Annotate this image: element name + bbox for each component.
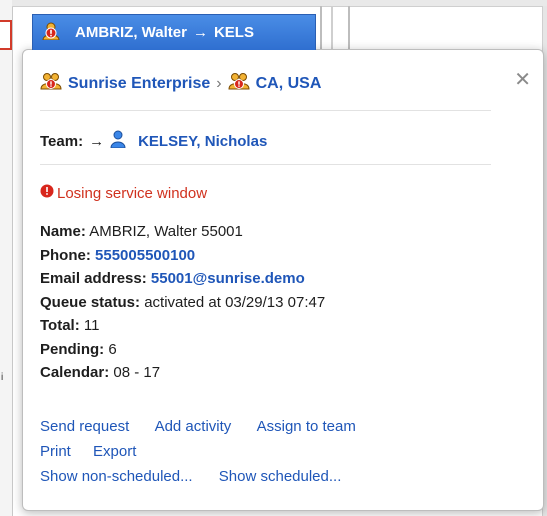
breadcrumb-enterprise[interactable]: Sunrise Enterprise <box>68 75 210 93</box>
add-activity-link[interactable]: Add activity <box>155 418 232 435</box>
detail-pending: Pending: 6 <box>40 338 325 362</box>
warning-message: Losing service window <box>40 184 207 202</box>
person-icon <box>110 130 126 152</box>
detail-label: Calendar: <box>40 364 110 381</box>
selected-item-chip[interactable]: AMBRIZ, Walter → KELS <box>32 14 316 50</box>
detail-value: activated at 03/29/13 07:47 <box>144 293 326 311</box>
export-link[interactable]: Export <box>93 443 136 460</box>
warning-text: Losing service window <box>57 184 208 202</box>
group-people-icon <box>40 72 62 95</box>
background-mark: i <box>1 372 4 383</box>
breadcrumb-separator: › <box>216 74 222 92</box>
detail-label: Phone: <box>40 246 91 264</box>
detail-queue-status: Queue status: activated at 03/29/13 07:4… <box>40 291 325 315</box>
team-row: Team: → KELSEY, Nicholas <box>40 130 267 152</box>
detail-label: Total: <box>40 317 80 334</box>
team-member-link[interactable]: KELSEY, Nicholas <box>138 133 267 150</box>
chip-target: KELS <box>213 24 254 41</box>
show-non-scheduled-link[interactable]: Show non-scheduled... <box>40 468 193 485</box>
detail-label: Pending: <box>40 340 105 358</box>
assign-to-team-link[interactable]: Assign to team <box>257 418 356 435</box>
detail-value: 08 - 17 <box>113 364 161 381</box>
email-link[interactable]: 55001@sunrise.demo <box>151 270 305 287</box>
close-icon[interactable]: ✕ <box>514 70 531 90</box>
print-link[interactable]: Print <box>40 443 71 460</box>
detail-phone: Phone: 555005500100 <box>40 244 325 268</box>
detail-label: Name: <box>40 223 86 240</box>
background-tab-edge <box>0 20 12 50</box>
divider <box>40 110 491 111</box>
breadcrumb-region[interactable]: CA, USA <box>256 75 322 93</box>
alert-person-icon <box>41 22 61 44</box>
action-links: Send request Add activity Assign to team… <box>40 414 378 489</box>
team-label: Team: <box>40 132 84 150</box>
detail-value: 6 <box>108 340 117 358</box>
column-resize-handle[interactable] <box>320 6 350 54</box>
details-list: Name: AMBRIZ, Walter 55001 Phone: 555005… <box>40 220 325 385</box>
detail-calendar: Calendar: 08 - 17 <box>40 361 325 385</box>
send-request-link[interactable]: Send request <box>40 418 129 435</box>
show-scheduled-link[interactable]: Show scheduled... <box>219 468 342 485</box>
detail-value: 11 <box>83 317 100 334</box>
chip-arrow: → <box>192 24 208 41</box>
phone-link[interactable]: 555005500100 <box>95 247 195 264</box>
background-top-bar <box>12 0 547 7</box>
location-breadcrumb: Sunrise Enterprise › CA, USA <box>40 72 321 95</box>
detail-email: Email address: 55001@sunrise.demo <box>40 267 325 291</box>
detail-label: Queue status: <box>40 293 141 311</box>
team-arrow: → <box>89 132 105 150</box>
detail-label: Email address: <box>40 270 147 287</box>
detail-value: AMBRIZ, Walter 55001 <box>89 223 243 240</box>
background-left-panel: i <box>0 0 13 516</box>
alert-circle-icon <box>40 184 54 202</box>
detail-name: Name: AMBRIZ, Walter 55001 <box>40 220 325 244</box>
divider <box>40 164 491 165</box>
detail-total: Total: 11 <box>40 314 325 338</box>
details-popover: ✕ Sunrise Enterprise › CA, USA Team: → K… <box>22 49 544 511</box>
group-people-icon <box>228 72 250 95</box>
chip-name: AMBRIZ, Walter <box>75 24 187 41</box>
